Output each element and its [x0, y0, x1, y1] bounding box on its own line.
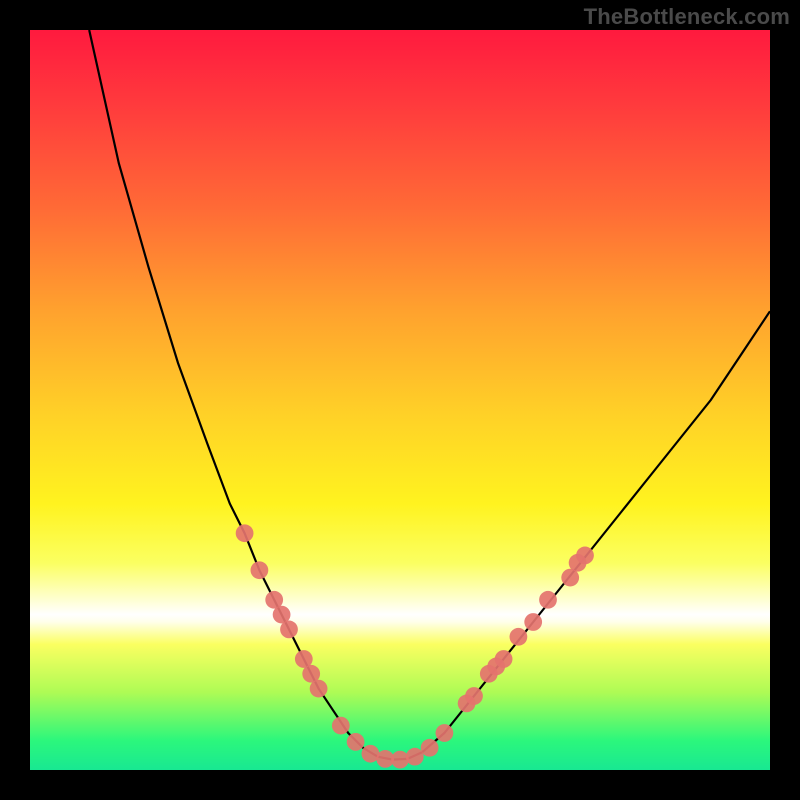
plot-area: [30, 30, 770, 770]
data-marker: [495, 650, 513, 668]
data-marker: [310, 680, 328, 698]
chart-frame: TheBottleneck.com: [0, 0, 800, 800]
data-marker: [524, 613, 542, 631]
data-marker: [421, 739, 439, 757]
marker-group: [236, 524, 594, 768]
watermark-text: TheBottleneck.com: [584, 4, 790, 30]
data-marker: [406, 748, 424, 766]
data-marker: [251, 561, 269, 579]
data-marker: [436, 724, 454, 742]
data-marker: [576, 547, 594, 565]
data-marker: [332, 717, 350, 735]
curve-line: [89, 30, 770, 760]
data-marker: [510, 628, 528, 646]
data-marker: [280, 621, 298, 639]
chart-svg: [30, 30, 770, 770]
data-marker: [347, 733, 365, 751]
data-marker: [539, 591, 557, 609]
data-marker: [465, 687, 483, 705]
data-marker: [391, 751, 409, 769]
data-marker: [236, 524, 254, 542]
